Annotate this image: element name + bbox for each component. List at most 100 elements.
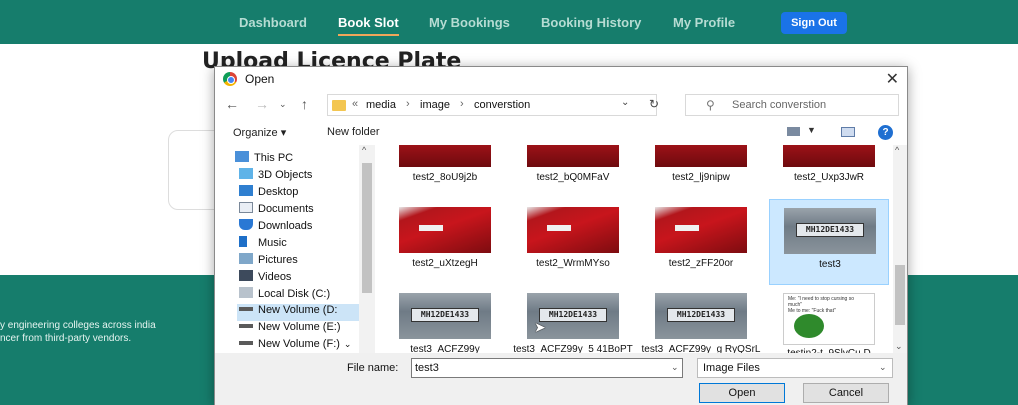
file-item[interactable]: test2_WrmMYso	[513, 199, 633, 285]
file-item[interactable]: MH12DE1433 test3_ACFZ99y_5 41BoPT	[513, 285, 633, 353]
nav-my-bookings[interactable]: My Bookings	[429, 15, 510, 30]
thumbnail-image: MH12DE1433	[655, 293, 747, 339]
file-name: test3_ACFZ99y_5 41BoPT	[513, 344, 633, 353]
sign-out-button[interactable]: Sign Out	[781, 12, 847, 34]
file-name-dropdown-icon[interactable]: ⌄	[671, 362, 679, 373]
documents-icon	[239, 202, 253, 213]
file-type-chevron-icon[interactable]: ⌄	[879, 362, 887, 373]
file-item[interactable]: Me: "I need to stop cursing so much" Me to…	[769, 285, 889, 353]
file-item[interactable]: test2_Uxp3JwR	[769, 145, 889, 199]
computer-icon	[235, 151, 249, 162]
preview-pane-icon[interactable]	[841, 127, 855, 137]
tree-new-volume-e[interactable]: New Volume (E:)	[239, 321, 341, 338]
tree-label: New Volume (F:)	[258, 338, 340, 350]
breadcrumb-converstion[interactable]: converstion	[474, 99, 530, 111]
back-arrow-icon[interactable]: ←	[225, 96, 239, 112]
nav-my-profile[interactable]: My Profile	[673, 15, 735, 30]
search-icon: ⚲	[706, 98, 715, 112]
help-icon[interactable]: ?	[878, 125, 893, 140]
cancel-button[interactable]: Cancel	[803, 383, 889, 403]
tree-pictures[interactable]: Pictures	[239, 253, 298, 270]
downloads-icon	[239, 219, 253, 230]
tree-this-pc[interactable]: This PC	[235, 151, 293, 168]
plate-text: MH12DE1433	[411, 308, 479, 322]
file-item[interactable]: test2_lj9nipw	[641, 145, 761, 199]
tree-new-volume-f[interactable]: New Volume (F:) ⌄	[239, 338, 351, 353]
file-name-input[interactable]: test3	[411, 358, 683, 378]
tree-label: Music	[258, 237, 287, 249]
file-item[interactable]: MH12DE1433 test3	[769, 199, 889, 285]
file-item[interactable]: test2_zFF20or	[641, 199, 761, 285]
footer-text-2: ncer from third-party vendors.	[0, 333, 132, 344]
frog-image	[794, 314, 824, 338]
plate-text: MH12DE1433	[667, 308, 735, 322]
breadcrumb-separator: ›	[406, 98, 410, 110]
tree-music[interactable]: Music	[239, 236, 287, 253]
tree-3d-objects[interactable]: 3D Objects	[239, 168, 312, 185]
file-name: test2_WrmMYso	[536, 258, 610, 269]
tree-local-disk-c[interactable]: Local Disk (C:)	[239, 287, 330, 304]
chevron-down-icon[interactable]: ⌄	[344, 339, 352, 349]
file-item[interactable]: test2_bQ0MFaV	[513, 145, 633, 199]
nav-dashboard[interactable]: Dashboard	[239, 15, 307, 30]
tree-label: 3D Objects	[258, 169, 313, 181]
file-item[interactable]: MH12DE1433 test3_ACFZ99y	[385, 285, 505, 353]
thumbnail-image	[399, 207, 491, 253]
nav-booking-history[interactable]: Booking History	[541, 15, 641, 30]
mouse-cursor-icon: ➤	[534, 319, 546, 335]
scrollbar-thumb[interactable]	[362, 163, 372, 293]
forward-arrow-icon[interactable]: →	[255, 96, 269, 112]
tree-downloads[interactable]: Downloads	[239, 219, 312, 236]
nav-book-slot[interactable]: Book Slot	[338, 15, 399, 36]
file-name: test3_ACFZ99y_g RyQSrL	[641, 344, 761, 353]
scroll-up-icon[interactable]: ^	[362, 145, 366, 155]
thumbnail-image	[655, 207, 747, 253]
breadcrumb-overflow[interactable]: «	[352, 98, 358, 110]
address-bar[interactable]: « media › image › converstion	[327, 94, 657, 116]
thumbnail-image	[655, 145, 747, 167]
chrome-icon	[223, 72, 237, 86]
refresh-icon[interactable]: ↻	[649, 97, 659, 111]
view-options-icon[interactable]	[787, 127, 800, 136]
file-name: test2_zFF20or	[668, 258, 734, 269]
footer-text-1: y engineering colleges across india	[0, 320, 156, 331]
dialog-titlebar: Open ✕	[215, 67, 907, 91]
file-name: test2_uXtzegH	[412, 258, 478, 269]
meme-text: Me to me: "Fuck that"	[788, 308, 836, 314]
drive-icon	[239, 341, 253, 345]
address-dropdown-icon[interactable]: ⌄	[621, 97, 629, 108]
view-chevron-icon[interactable]: ▼	[807, 125, 816, 135]
plate-text: MH12DE1433	[796, 223, 864, 237]
new-folder-button[interactable]: New folder	[327, 126, 380, 138]
scroll-down-icon[interactable]: ⌄	[895, 341, 903, 352]
scrollbar-thumb[interactable]	[895, 265, 905, 325]
file-item[interactable]: MH12DE1433 test3_ACFZ99y_g RyQSrL	[641, 285, 761, 353]
pictures-icon	[239, 253, 253, 264]
scroll-up-icon[interactable]: ^	[895, 145, 899, 155]
plate-text: MH12DE1433	[539, 308, 607, 322]
breadcrumb-media[interactable]: media	[366, 99, 396, 111]
tree-desktop[interactable]: Desktop	[239, 185, 298, 202]
dialog-toolbar: Organize ▾ New folder ▼ ?	[215, 121, 907, 145]
file-name: test2_bQ0MFaV	[536, 172, 610, 183]
file-item[interactable]: test2_uXtzegH	[385, 199, 505, 285]
file-scrollbar[interactable]: ^ ⌄	[893, 145, 907, 353]
organize-button[interactable]: Organize ▾	[233, 126, 286, 139]
up-arrow-icon[interactable]: ↑	[301, 96, 308, 112]
navigation-scrollbar[interactable]: ^	[359, 145, 375, 353]
recent-chevron-icon[interactable]: ⌄	[279, 99, 287, 110]
top-navigation-bar: Dashboard Book Slot My Bookings Booking …	[0, 0, 1018, 44]
search-box[interactable]: ⚲ Search converstion	[685, 94, 899, 116]
close-icon[interactable]: ✕	[886, 69, 899, 89]
tree-new-volume-d[interactable]: New Volume (D:	[237, 304, 363, 321]
file-item[interactable]: test2_8oU9j2b	[385, 145, 505, 199]
videos-icon	[239, 270, 253, 281]
breadcrumb-image[interactable]: image	[420, 99, 450, 111]
thumbnail-image: Me: "I need to stop cursing so much" Me to…	[783, 293, 875, 345]
tree-videos[interactable]: Videos	[239, 270, 291, 287]
file-type-select[interactable]: Image Files	[697, 358, 893, 378]
dialog-footer: File name: test3 ⌄ Image Files ⌄ Open Ca…	[215, 353, 907, 405]
tree-documents[interactable]: Documents	[239, 202, 314, 219]
open-button[interactable]: Open	[699, 383, 785, 403]
tree-label: This PC	[254, 152, 294, 164]
